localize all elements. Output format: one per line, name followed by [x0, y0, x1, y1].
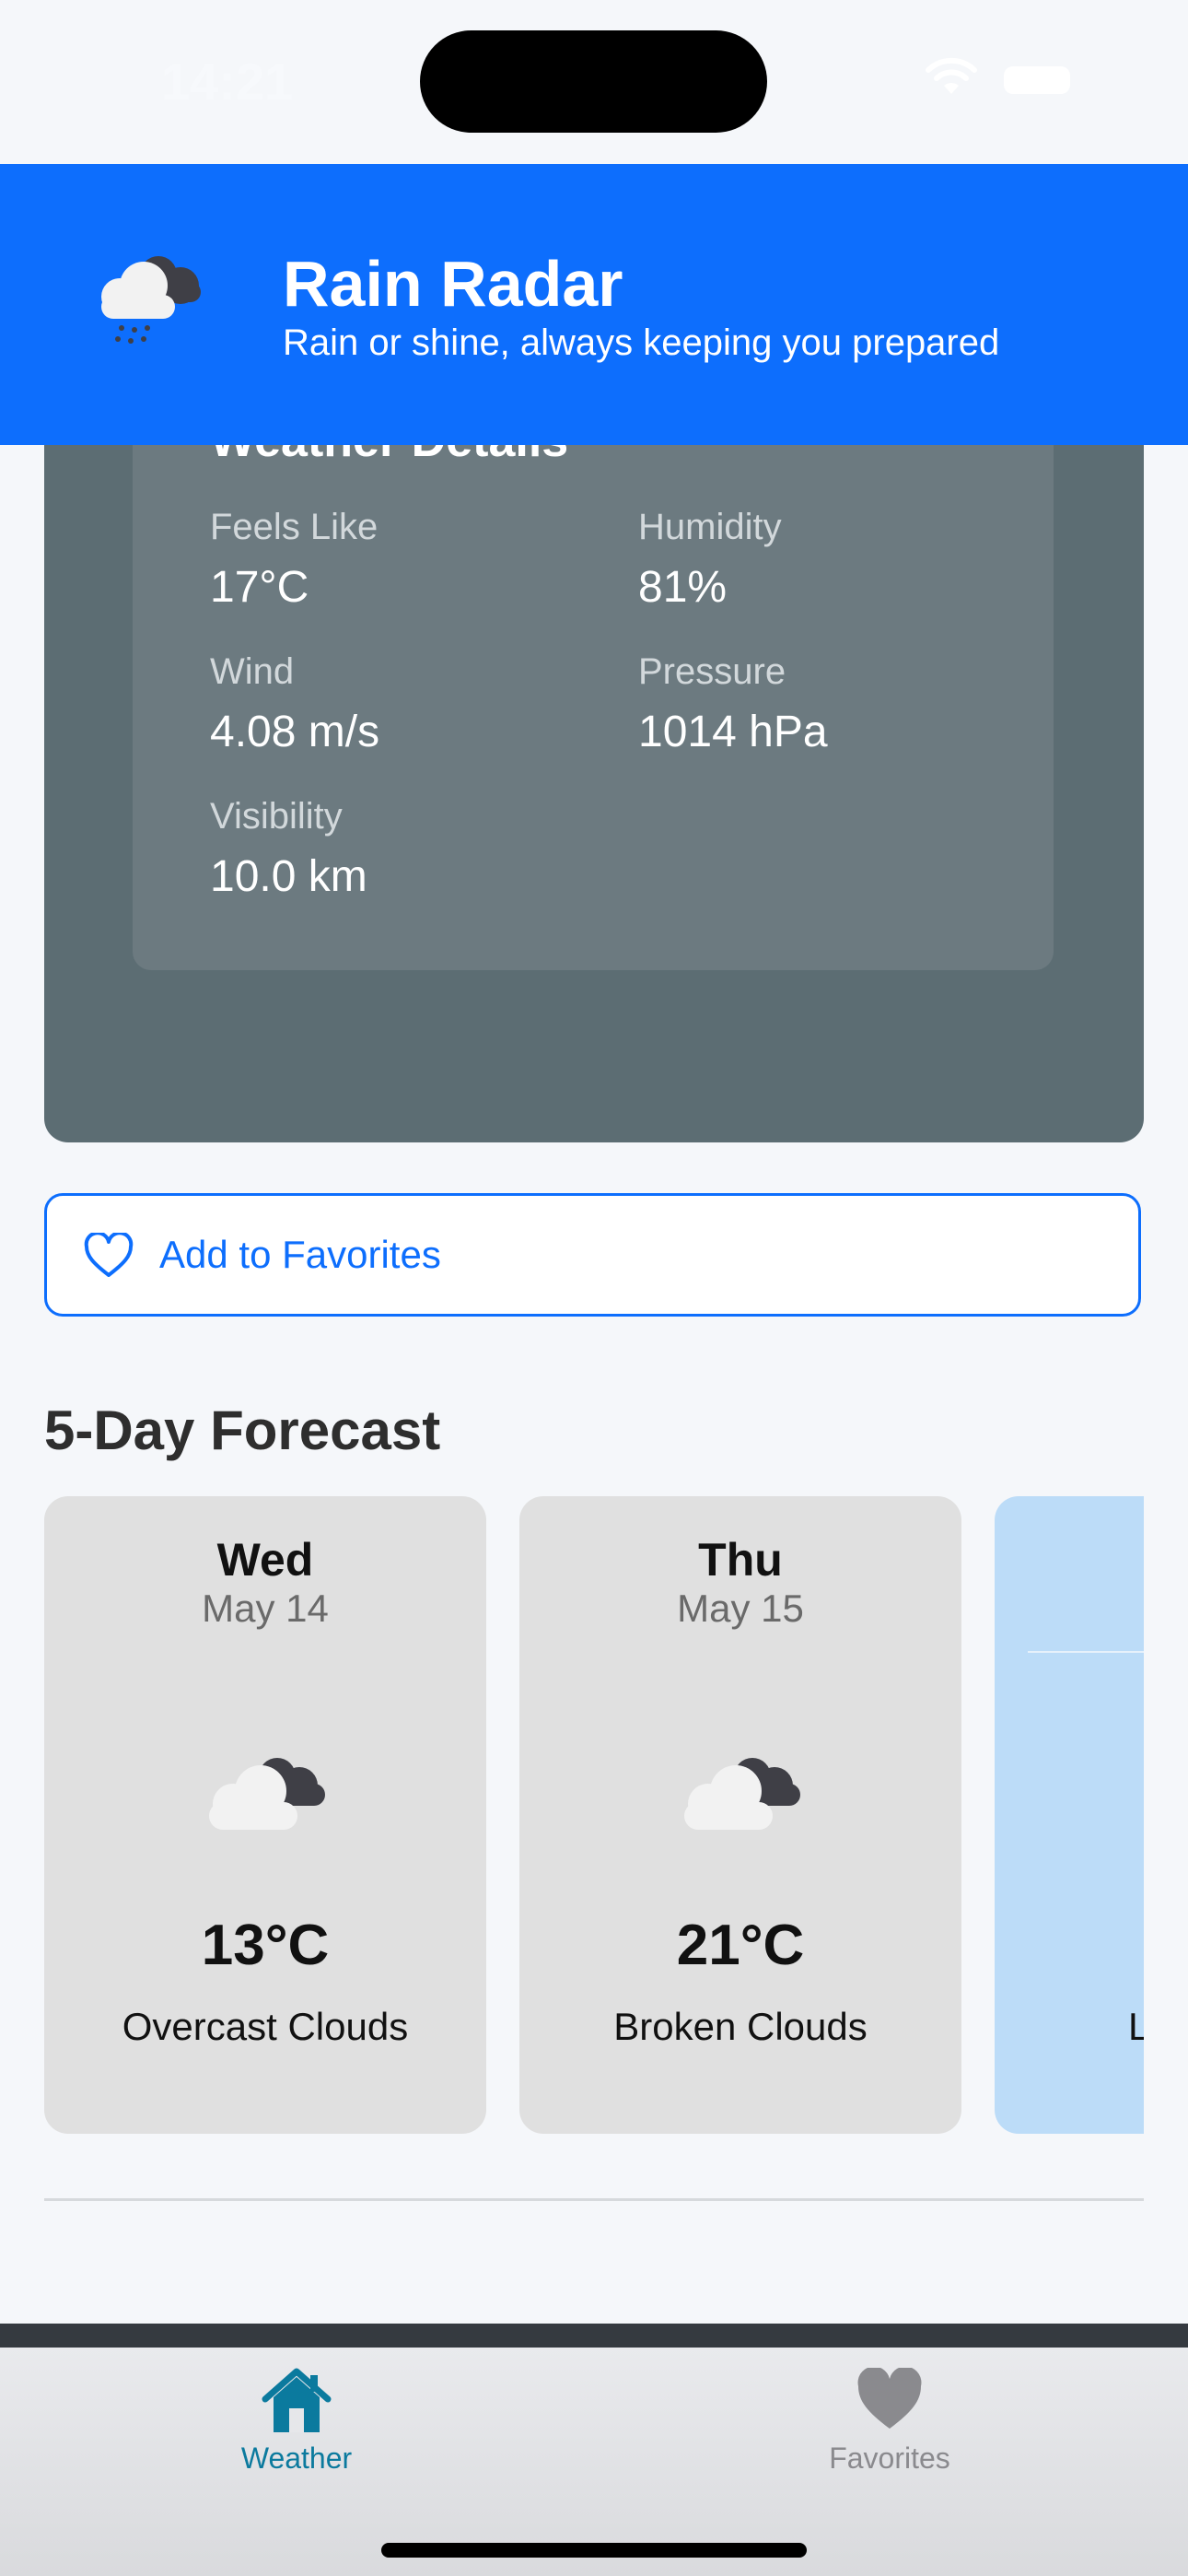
weather-details-panel: Weather Details Feels Like 17°C Humidity…: [133, 396, 1054, 970]
add-to-favorites-button[interactable]: Add to Favorites: [44, 1193, 1141, 1317]
tab-bar-border: [0, 2324, 1188, 2348]
feels-like-value: 17°C: [210, 563, 309, 612]
wifi-icon: [926, 57, 977, 94]
forecast-day-card[interactable]: Thu May 15 21°C Broken Clouds: [519, 1496, 961, 2134]
humidity-label: Humidity: [638, 507, 782, 547]
house-icon: [262, 2368, 332, 2432]
visibility-label: Visibility: [210, 796, 343, 837]
wind-value: 4.08 m/s: [210, 708, 380, 756]
forecast-temp: 21°C: [676, 1914, 805, 1977]
forecast-temp: 13°C: [201, 1914, 330, 1977]
humidity-value: 81%: [638, 563, 728, 612]
status-bar: 14:21: [0, 0, 1188, 164]
forecast-day-date: May 14: [202, 1587, 329, 1630]
forecast-description: Overcast Clouds: [122, 2005, 409, 2048]
tab-bar: Weather Favorites: [0, 2348, 1188, 2576]
rain-cloud-icon: [101, 256, 201, 344]
forecast-day-name: Thu: [698, 1534, 783, 1586]
home-indicator: [381, 2543, 807, 2558]
add-to-favorites-label: Add to Favorites: [159, 1233, 441, 1276]
feels-like-label: Feels Like: [210, 507, 379, 547]
dynamic-island: [420, 30, 767, 133]
tab-weather[interactable]: Weather: [158, 2368, 435, 2497]
pressure-value: 1014 hPa: [638, 708, 828, 756]
wind-label: Wind: [210, 651, 295, 692]
forecast-carousel[interactable]: Wed May 14 13°C Overcast Clouds Thu May …: [44, 1496, 1144, 2134]
forecast-day-date: May 15: [677, 1587, 804, 1630]
app-header: Rain Radar Rain or shine, always keeping…: [0, 164, 1188, 445]
heart-outline-icon: [84, 1233, 134, 1277]
tab-weather-label: Weather: [240, 2441, 353, 2475]
pressure-label: Pressure: [638, 651, 786, 692]
card-divider: [1028, 1651, 1144, 1653]
forecast-day-card-partial[interactable]: L: [995, 1496, 1144, 2134]
tab-favorites[interactable]: Favorites: [751, 2368, 1028, 2497]
status-time: 14:21: [161, 53, 294, 111]
heart-icon: [857, 2368, 922, 2429]
forecast-title: 5-Day Forecast: [44, 1399, 441, 1461]
current-weather-card: Weather Details Feels Like 17°C Humidity…: [44, 396, 1144, 1142]
tab-favorites-label: Favorites: [829, 2441, 950, 2475]
forecast-description-partial: L: [1128, 2005, 1144, 2048]
battery-icon: [1004, 66, 1070, 94]
forecast-description: Broken Clouds: [613, 2005, 868, 2048]
visibility-value: 10.0 km: [210, 852, 367, 901]
forecast-day-name: Wed: [216, 1534, 314, 1586]
app-subtitle: Rain or shine, always keeping you prepar…: [283, 322, 1000, 363]
app-title: Rain Radar: [283, 248, 623, 320]
forecast-day-card[interactable]: Wed May 14 13°C Overcast Clouds: [44, 1496, 486, 2134]
section-divider: [44, 2198, 1144, 2201]
overcast-clouds-icon: [209, 1758, 325, 1830]
broken-clouds-icon: [684, 1758, 800, 1830]
